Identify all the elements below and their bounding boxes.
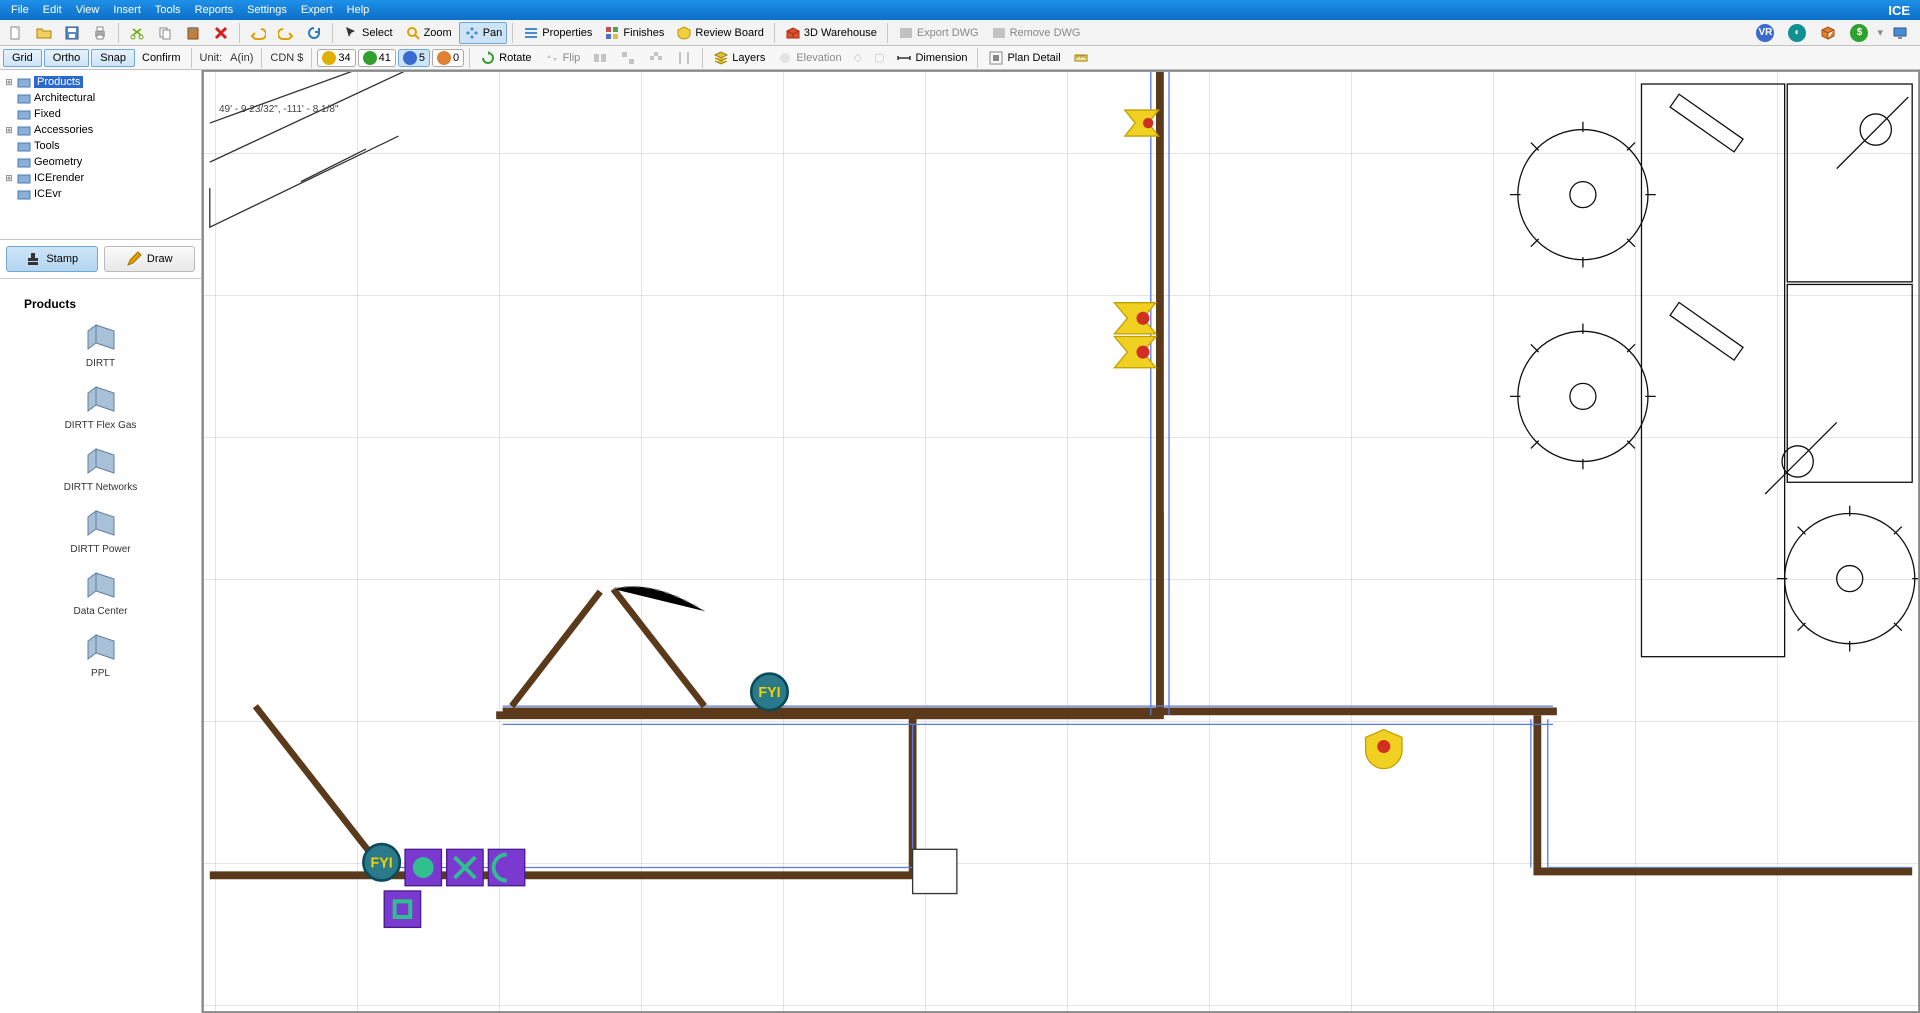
open-button[interactable] <box>31 22 57 44</box>
globe-button[interactable]: ◐ <box>1783 22 1811 44</box>
menubar: File Edit View Insert Tools Reports Sett… <box>0 0 1920 20</box>
review-board-button[interactable]: Review Board <box>671 22 768 44</box>
palette-flex-gas[interactable]: DIRTT Flex Gas <box>6 383 195 431</box>
pan-tool[interactable]: Pan <box>459 22 508 44</box>
currency-value[interactable]: CDN $ <box>267 52 306 64</box>
scissors-button[interactable] <box>124 22 150 44</box>
save-button[interactable] <box>59 22 85 44</box>
export-dwg-button[interactable]: Export DWG <box>893 22 984 44</box>
align2-button[interactable] <box>615 47 641 69</box>
rotate-button[interactable]: Rotate <box>475 47 536 69</box>
tree-products[interactable]: ⊞Products <box>2 74 199 90</box>
refresh-button[interactable] <box>301 22 327 44</box>
palette-networks[interactable]: DIRTT Networks <box>6 445 195 493</box>
finishes-button[interactable]: Finishes <box>599 22 669 44</box>
zoom-tool[interactable]: Zoom <box>400 22 457 44</box>
properties-button[interactable]: Properties <box>518 22 597 44</box>
select-tool[interactable]: Select <box>338 22 398 44</box>
stamp-draw-toggle: Stamp Draw <box>0 240 201 279</box>
unit-value[interactable]: A(in) <box>227 52 256 64</box>
menu-expert[interactable]: Expert <box>294 2 340 18</box>
plan-detail-button[interactable]: Plan Detail <box>983 47 1065 69</box>
app-brand: ICE <box>1888 3 1916 18</box>
menu-insert[interactable]: Insert <box>106 2 148 18</box>
draw-button[interactable]: Draw <box>104 246 196 272</box>
screen-button[interactable] <box>1887 22 1913 44</box>
badge-yellow[interactable]: 34 <box>317 49 355 67</box>
toolbar-secondary: Grid Ortho Snap Confirm Unit: A(in) CDN … <box>0 46 1920 70</box>
layers-button[interactable]: Layers <box>708 47 770 69</box>
toolbar-main: Select Zoom Pan Properties Finishes Revi… <box>0 20 1920 46</box>
snap-toggle[interactable]: Snap <box>91 49 135 67</box>
dimension-button[interactable]: Dimension <box>891 47 972 69</box>
grid-toggle[interactable]: Grid <box>3 49 42 67</box>
menu-reports[interactable]: Reports <box>188 2 241 18</box>
badge-blue[interactable]: 5 <box>398 49 430 67</box>
align4-button[interactable] <box>671 47 697 69</box>
redo-button[interactable] <box>273 22 299 44</box>
tree-accessories[interactable]: ⊞Accessories <box>2 122 199 138</box>
menu-file[interactable]: File <box>4 2 36 18</box>
vr-button[interactable]: VR <box>1751 22 1779 44</box>
palette-data-center[interactable]: Data Center <box>6 569 195 617</box>
tree-panel: ⊞Products Architectural Fixed ⊞Accessori… <box>0 70 201 240</box>
palette-power[interactable]: DIRTT Power <box>6 507 195 555</box>
tree-architectural[interactable]: Architectural <box>2 90 199 106</box>
undo-button[interactable] <box>245 22 271 44</box>
flip-button[interactable]: Flip <box>539 47 586 69</box>
tree-tools[interactable]: Tools <box>2 138 199 154</box>
confirm-button[interactable]: Confirm <box>137 47 186 69</box>
remove-dwg-button[interactable]: Remove DWG <box>986 22 1086 44</box>
menu-help[interactable]: Help <box>340 2 377 18</box>
sidebar: ⊞Products Architectural Fixed ⊞Accessori… <box>0 70 202 1013</box>
elev-nav1[interactable]: ◇ <box>849 47 867 69</box>
palette-title: Products <box>24 297 191 311</box>
menu-settings[interactable]: Settings <box>240 2 294 18</box>
elev-nav2[interactable]: ▢ <box>869 47 889 69</box>
box-button[interactable] <box>1815 22 1841 44</box>
new-button[interactable] <box>3 22 29 44</box>
ortho-toggle[interactable]: Ortho <box>44 49 90 67</box>
tree-icevr[interactable]: ICEvr <box>2 186 199 202</box>
3d-warehouse-button[interactable]: 3D Warehouse <box>780 22 882 44</box>
menu-edit[interactable]: Edit <box>36 2 69 18</box>
fyi-marker-2: FYI <box>363 844 399 880</box>
svg-text:FYI: FYI <box>758 685 780 701</box>
align3-button[interactable] <box>643 47 669 69</box>
tree-fixed[interactable]: Fixed <box>2 106 199 122</box>
paste-button[interactable] <box>180 22 206 44</box>
palette-dirtt[interactable]: DIRTT <box>6 321 195 369</box>
ruler-button[interactable] <box>1068 47 1094 69</box>
unit-label: Unit: <box>197 52 226 64</box>
palette-ppl[interactable]: PPL <box>6 631 195 679</box>
copy-button[interactable] <box>152 22 178 44</box>
elevation-button[interactable]: Elevation <box>772 47 846 69</box>
money-button[interactable]: $ <box>1845 22 1873 44</box>
menu-view[interactable]: View <box>69 2 107 18</box>
fyi-marker: FYI <box>751 674 787 710</box>
tree-icerender[interactable]: ⊞ICErender <box>2 170 199 186</box>
floorplan-drawing: FYI FYI <box>203 71 1919 1012</box>
canvas[interactable]: 49' - 9 23/32", -111' - 8 1/8" <box>202 70 1920 1013</box>
menu-tools[interactable]: Tools <box>148 2 188 18</box>
badge-green[interactable]: 41 <box>358 49 396 67</box>
badge-orange[interactable]: 0 <box>432 49 464 67</box>
stamp-button[interactable]: Stamp <box>6 246 98 272</box>
print-button[interactable] <box>87 22 113 44</box>
palette-panel: Products DIRTT DIRTT Flex Gas DIRTT Netw… <box>0 279 201 1013</box>
tree-geometry[interactable]: Geometry <box>2 154 199 170</box>
align1-button[interactable] <box>587 47 613 69</box>
delete-button[interactable] <box>208 22 234 44</box>
svg-text:FYI: FYI <box>370 856 392 872</box>
